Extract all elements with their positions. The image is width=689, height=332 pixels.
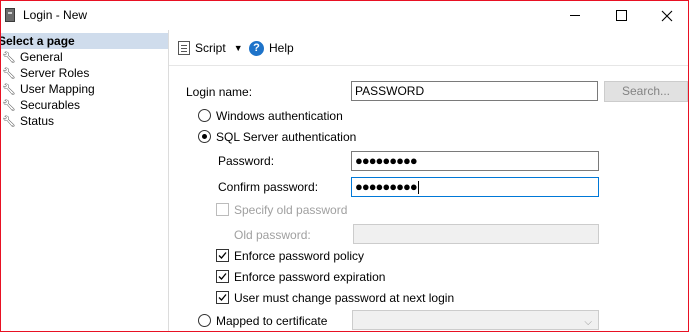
checkmark-icon — [218, 252, 227, 259]
enforce-expiration-label[interactable]: Enforce password expiration — [234, 270, 385, 284]
specify-old-password-label: Specify old password — [234, 203, 348, 217]
windows-auth-radio[interactable] — [198, 109, 211, 122]
old-password-input[interactable] — [353, 224, 599, 244]
password-label: Password: — [218, 154, 275, 168]
page-item-server-roles[interactable]: 🔧︎ Server Roles — [1, 65, 89, 81]
mapped-certificate-label[interactable]: Mapped to certificate — [216, 314, 327, 328]
sql-auth-radio[interactable] — [198, 130, 211, 143]
toolbar: Script ▼ ? Help — [169, 30, 688, 66]
general-page-content: Login name: PASSWORD Search... Windows a… — [169, 66, 688, 331]
page-item-user-mapping[interactable]: 🔧︎ User Mapping — [1, 81, 95, 97]
title-bar[interactable]: Login - New — [1, 1, 688, 30]
text-cursor — [417, 181, 419, 195]
page-item-label: Status — [20, 114, 55, 128]
must-change-password-label[interactable]: User must change password at next login — [234, 291, 454, 305]
wrench-icon: 🔧︎ — [2, 68, 16, 80]
wrench-icon: 🔧︎ — [2, 116, 16, 128]
password-input[interactable]: ●●●●●●●●● — [351, 151, 599, 171]
script-button[interactable]: Script ▼ — [178, 39, 243, 57]
page-item-label: Server Roles — [20, 66, 90, 80]
chevron-down-icon[interactable]: ▼ — [234, 43, 243, 53]
login-window: Login - New Select a page 🔧︎ General 🔧︎ Se… — [0, 0, 689, 332]
chevron-down-icon: ⌵ — [584, 317, 592, 328]
login-name-input[interactable]: PASSWORD — [351, 81, 598, 101]
page-item-label: Securables — [20, 98, 81, 112]
wrench-icon: 🔧︎ — [2, 84, 16, 96]
minimize-button[interactable] — [552, 1, 598, 30]
enforce-policy-checkbox[interactable] — [216, 249, 229, 262]
wrench-icon: 🔧︎ — [2, 100, 16, 112]
search-button[interactable]: Search... — [604, 81, 688, 102]
select-page-header: Select a page — [1, 33, 168, 49]
checkmark-icon — [218, 273, 227, 280]
minimize-icon — [570, 15, 580, 16]
sql-auth-label[interactable]: SQL Server authentication — [216, 130, 356, 144]
checkmark-icon — [218, 294, 227, 301]
page-item-securables[interactable]: 🔧︎ Securables — [1, 97, 80, 113]
mapped-certificate-radio[interactable] — [198, 314, 211, 327]
script-icon — [178, 41, 190, 55]
confirm-password-label: Confirm password: — [218, 180, 319, 194]
maximize-icon — [615, 10, 627, 21]
page-item-label: General — [20, 50, 63, 64]
enforce-expiration-checkbox[interactable] — [216, 270, 229, 283]
page-item-status[interactable]: 🔧︎ Status — [1, 113, 54, 129]
window-title: Login - New — [23, 8, 88, 22]
script-label: Script — [195, 41, 226, 55]
close-button[interactable] — [644, 1, 688, 30]
confirm-password-value: ●●●●●●●●● — [355, 179, 418, 194]
wrench-icon: 🔧︎ — [2, 52, 16, 64]
select-page-pane: Select a page 🔧︎ General 🔧︎ Server Roles 🔧… — [1, 30, 169, 331]
login-name-label: Login name: — [186, 85, 253, 99]
page-item-label: User Mapping — [20, 82, 95, 96]
specify-old-password-checkbox[interactable] — [216, 203, 229, 216]
must-change-password-checkbox[interactable] — [216, 291, 229, 304]
old-password-label: Old password: — [234, 228, 311, 242]
help-icon: ? — [249, 40, 264, 56]
maximize-button[interactable] — [598, 1, 644, 30]
server-app-icon — [5, 8, 15, 22]
page-item-general[interactable]: 🔧︎ General — [1, 49, 63, 65]
help-label: Help — [269, 41, 294, 55]
help-button[interactable]: ? Help — [249, 39, 294, 57]
confirm-password-input[interactable]: ●●●●●●●●● — [351, 177, 599, 197]
enforce-policy-label[interactable]: Enforce password policy — [234, 249, 364, 263]
close-icon — [661, 10, 673, 21]
certificate-dropdown[interactable]: ⌵ — [352, 310, 599, 330]
windows-auth-label[interactable]: Windows authentication — [216, 109, 343, 123]
